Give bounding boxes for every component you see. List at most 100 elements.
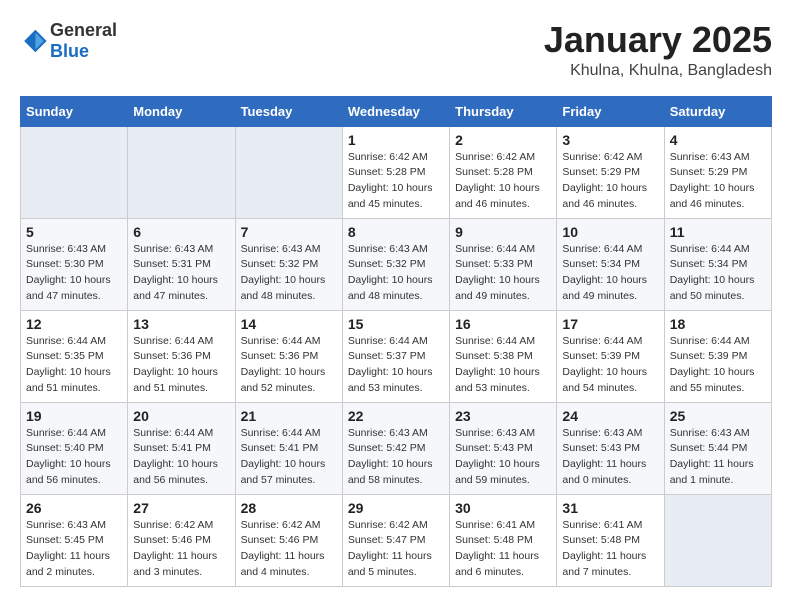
day-number: 30 bbox=[455, 500, 551, 516]
calendar-cell: 4 Sunrise: 6:43 AM Sunset: 5:29 PM Daylig… bbox=[664, 126, 771, 218]
day-info: Sunrise: 6:43 AM Sunset: 5:44 PM Dayligh… bbox=[670, 426, 766, 489]
day-info: Sunrise: 6:43 AM Sunset: 5:43 PM Dayligh… bbox=[455, 426, 551, 489]
day-number: 20 bbox=[133, 408, 229, 424]
day-number: 1 bbox=[348, 132, 444, 148]
day-info: Sunrise: 6:43 AM Sunset: 5:31 PM Dayligh… bbox=[133, 242, 229, 305]
calendar-cell: 23Sunrise: 6:43 AM Sunset: 5:43 PM Dayli… bbox=[450, 402, 557, 494]
weekday-header-monday: Monday bbox=[128, 96, 235, 126]
calendar-cell bbox=[235, 126, 342, 218]
day-info: Sunrise: 6:42 AM Sunset: 5:46 PM Dayligh… bbox=[241, 518, 337, 581]
day-info: Sunrise: 6:44 AM Sunset: 5:37 PM Dayligh… bbox=[348, 334, 444, 397]
calendar-cell: 8Sunrise: 6:43 AM Sunset: 5:32 PM Daylig… bbox=[342, 218, 449, 310]
weekday-header-tuesday: Tuesday bbox=[235, 96, 342, 126]
day-info: Sunrise: 6:42 AM Sunset: 5:47 PM Dayligh… bbox=[348, 518, 444, 581]
day-info: Sunrise: 6:42 AM Sunset: 5:28 PM Dayligh… bbox=[348, 150, 444, 213]
calendar-cell: 26 Sunrise: 6:43 AM Sunset: 5:45 PM Dayli… bbox=[21, 494, 128, 586]
calendar-cell: 30 Sunrise: 6:41 AM Sunset: 5:48 PM Dayli… bbox=[450, 494, 557, 586]
calendar-cell: 10 Sunrise: 6:44 AM Sunset: 5:34 PM Dayli… bbox=[557, 218, 664, 310]
day-info: Sunrise: 6:41 AM Sunset: 5:48 PM Dayligh… bbox=[562, 518, 658, 581]
day-number: 13 bbox=[133, 316, 229, 332]
day-info: Sunrise: 6:43 AM Sunset: 5:29 PM Dayligh… bbox=[670, 150, 766, 213]
day-info: Sunrise: 6:44 AM Sunset: 5:41 PM Dayligh… bbox=[241, 426, 337, 489]
day-number: 5 bbox=[26, 224, 122, 240]
day-info: Sunrise: 6:44 AM Sunset: 5:36 PM Dayligh… bbox=[241, 334, 337, 397]
day-info: Sunrise: 6:43 AM Sunset: 5:45 PM Dayligh… bbox=[26, 518, 122, 581]
day-info: Sunrise: 6:43 AM Sunset: 5:43 PM Dayligh… bbox=[562, 426, 658, 489]
calendar-cell: 6 Sunrise: 6:43 AM Sunset: 5:31 PM Daylig… bbox=[128, 218, 235, 310]
day-number: 3 bbox=[562, 132, 658, 148]
calendar-cell: 9Sunrise: 6:44 AM Sunset: 5:33 PM Daylig… bbox=[450, 218, 557, 310]
day-info: Sunrise: 6:43 AM Sunset: 5:30 PM Dayligh… bbox=[26, 242, 122, 305]
day-number: 15 bbox=[348, 316, 444, 332]
calendar-cell bbox=[128, 126, 235, 218]
weekday-header-friday: Friday bbox=[557, 96, 664, 126]
day-number: 2 bbox=[455, 132, 551, 148]
day-number: 18 bbox=[670, 316, 766, 332]
calendar-cell: 17 Sunrise: 6:44 AM Sunset: 5:39 PM Dayli… bbox=[557, 310, 664, 402]
calendar-cell: 16 Sunrise: 6:44 AM Sunset: 5:38 PM Dayli… bbox=[450, 310, 557, 402]
day-info: Sunrise: 6:44 AM Sunset: 5:36 PM Dayligh… bbox=[133, 334, 229, 397]
calendar-cell: 5 Sunrise: 6:43 AM Sunset: 5:30 PM Daylig… bbox=[21, 218, 128, 310]
title-block: January 2025 Khulna, Khulna, Bangladesh bbox=[544, 20, 772, 80]
day-info: Sunrise: 6:44 AM Sunset: 5:39 PM Dayligh… bbox=[670, 334, 766, 397]
calendar-week-row: 1 Sunrise: 6:42 AM Sunset: 5:28 PM Daylig… bbox=[21, 126, 772, 218]
day-number: 31 bbox=[562, 500, 658, 516]
day-number: 24 bbox=[562, 408, 658, 424]
day-info: Sunrise: 6:44 AM Sunset: 5:34 PM Dayligh… bbox=[670, 242, 766, 305]
day-number: 6 bbox=[133, 224, 229, 240]
calendar-week-row: 26 Sunrise: 6:43 AM Sunset: 5:45 PM Dayli… bbox=[21, 494, 772, 586]
calendar-cell: 22Sunrise: 6:43 AM Sunset: 5:42 PM Dayli… bbox=[342, 402, 449, 494]
logo-text-general: General bbox=[50, 20, 117, 40]
day-number: 27 bbox=[133, 500, 229, 516]
calendar-cell: 24 Sunrise: 6:43 AM Sunset: 5:43 PM Dayli… bbox=[557, 402, 664, 494]
calendar-cell: 19 Sunrise: 6:44 AM Sunset: 5:40 PM Dayli… bbox=[21, 402, 128, 494]
day-number: 11 bbox=[670, 224, 766, 240]
day-number: 8 bbox=[348, 224, 444, 240]
calendar-cell: 7Sunrise: 6:43 AM Sunset: 5:32 PM Daylig… bbox=[235, 218, 342, 310]
day-number: 4 bbox=[670, 132, 766, 148]
day-number: 12 bbox=[26, 316, 122, 332]
day-info: Sunrise: 6:41 AM Sunset: 5:48 PM Dayligh… bbox=[455, 518, 551, 581]
month-title: January 2025 bbox=[544, 20, 772, 60]
day-info: Sunrise: 6:44 AM Sunset: 5:39 PM Dayligh… bbox=[562, 334, 658, 397]
calendar-week-row: 19 Sunrise: 6:44 AM Sunset: 5:40 PM Dayli… bbox=[21, 402, 772, 494]
day-info: Sunrise: 6:44 AM Sunset: 5:40 PM Dayligh… bbox=[26, 426, 122, 489]
calendar-table: SundayMondayTuesdayWednesdayThursdayFrid… bbox=[20, 96, 772, 587]
calendar-cell: 11 Sunrise: 6:44 AM Sunset: 5:34 PM Dayli… bbox=[664, 218, 771, 310]
calendar-cell: 18 Sunrise: 6:44 AM Sunset: 5:39 PM Dayli… bbox=[664, 310, 771, 402]
calendar-cell: 20 Sunrise: 6:44 AM Sunset: 5:41 PM Dayli… bbox=[128, 402, 235, 494]
weekday-header-row: SundayMondayTuesdayWednesdayThursdayFrid… bbox=[21, 96, 772, 126]
day-number: 9 bbox=[455, 224, 551, 240]
logo-icon bbox=[20, 27, 48, 55]
day-number: 21 bbox=[241, 408, 337, 424]
calendar-cell: 14 Sunrise: 6:44 AM Sunset: 5:36 PM Dayli… bbox=[235, 310, 342, 402]
day-number: 16 bbox=[455, 316, 551, 332]
calendar-cell: 13 Sunrise: 6:44 AM Sunset: 5:36 PM Dayli… bbox=[128, 310, 235, 402]
day-info: Sunrise: 6:42 AM Sunset: 5:29 PM Dayligh… bbox=[562, 150, 658, 213]
day-info: Sunrise: 6:44 AM Sunset: 5:41 PM Dayligh… bbox=[133, 426, 229, 489]
calendar-cell: 15 Sunrise: 6:44 AM Sunset: 5:37 PM Dayli… bbox=[342, 310, 449, 402]
calendar-cell: 21 Sunrise: 6:44 AM Sunset: 5:41 PM Dayli… bbox=[235, 402, 342, 494]
logo-text-blue: Blue bbox=[50, 41, 89, 61]
day-number: 17 bbox=[562, 316, 658, 332]
day-info: Sunrise: 6:44 AM Sunset: 5:38 PM Dayligh… bbox=[455, 334, 551, 397]
day-info: Sunrise: 6:44 AM Sunset: 5:34 PM Dayligh… bbox=[562, 242, 658, 305]
day-number: 29 bbox=[348, 500, 444, 516]
day-number: 22 bbox=[348, 408, 444, 424]
day-info: Sunrise: 6:42 AM Sunset: 5:46 PM Dayligh… bbox=[133, 518, 229, 581]
day-number: 14 bbox=[241, 316, 337, 332]
day-number: 7 bbox=[241, 224, 337, 240]
day-info: Sunrise: 6:42 AM Sunset: 5:28 PM Dayligh… bbox=[455, 150, 551, 213]
day-number: 10 bbox=[562, 224, 658, 240]
calendar-cell: 3 Sunrise: 6:42 AM Sunset: 5:29 PM Daylig… bbox=[557, 126, 664, 218]
calendar-cell: 2 Sunrise: 6:42 AM Sunset: 5:28 PM Daylig… bbox=[450, 126, 557, 218]
day-info: Sunrise: 6:44 AM Sunset: 5:35 PM Dayligh… bbox=[26, 334, 122, 397]
weekday-header-thursday: Thursday bbox=[450, 96, 557, 126]
day-number: 26 bbox=[26, 500, 122, 516]
day-number: 19 bbox=[26, 408, 122, 424]
logo: General Blue bbox=[20, 20, 117, 62]
calendar-cell bbox=[664, 494, 771, 586]
calendar-cell: 31 Sunrise: 6:41 AM Sunset: 5:48 PM Dayli… bbox=[557, 494, 664, 586]
weekday-header-sunday: Sunday bbox=[21, 96, 128, 126]
calendar-week-row: 5 Sunrise: 6:43 AM Sunset: 5:30 PM Daylig… bbox=[21, 218, 772, 310]
